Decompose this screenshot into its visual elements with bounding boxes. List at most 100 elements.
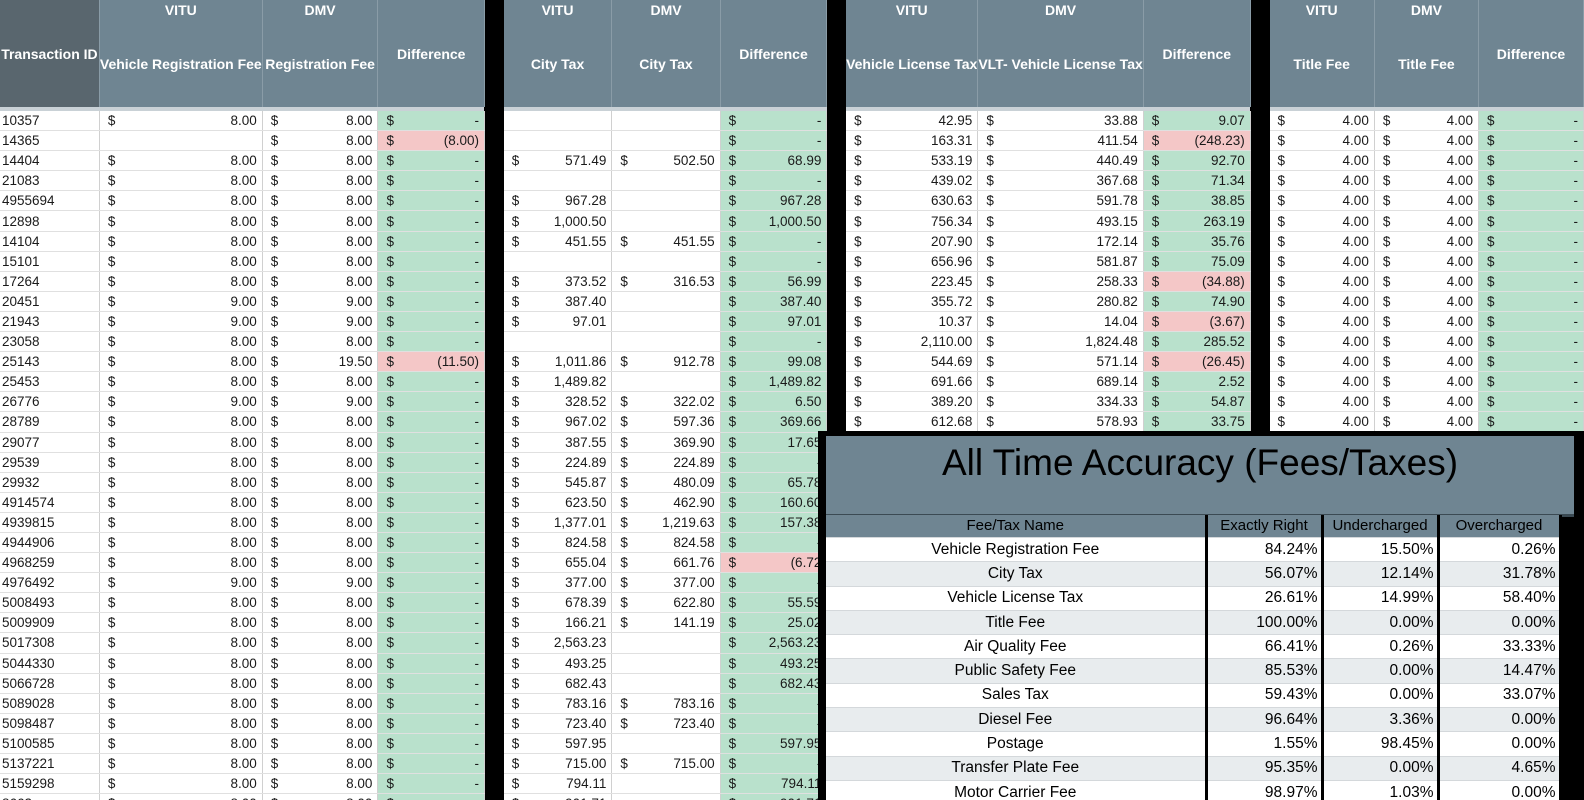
vlt-diff-cell[interactable]: $2.52: [1143, 371, 1251, 393]
city-diff-cell[interactable]: $387.40: [720, 291, 828, 312]
city-diff-cell[interactable]: $157.38: [720, 512, 828, 533]
transaction-id-cell[interactable]: 5159298: [0, 773, 100, 795]
transaction-id-cell[interactable]: 29539: [0, 452, 100, 473]
title-dmv-cell[interactable]: $4.00: [1374, 150, 1479, 172]
city-diff-cell[interactable]: $-: [720, 331, 828, 353]
vlt-vitu-cell[interactable]: $612.68: [846, 411, 979, 433]
title-vitu-cell[interactable]: $4.00: [1269, 150, 1375, 172]
city-diff-cell[interactable]: $1,489.82: [720, 371, 828, 393]
reg-vitu-cell[interactable]: $8.00: [99, 653, 263, 674]
reg-dmv-cell[interactable]: $9.00: [262, 391, 379, 413]
percentage-cell[interactable]: 66.41%: [1206, 634, 1324, 660]
reg-vitu-cell[interactable]: $8.00: [99, 190, 263, 212]
reg-dmv-cell[interactable]: $8.00: [262, 592, 379, 614]
transaction-id-cell[interactable]: 4914574: [0, 492, 100, 513]
reg-diff-cell[interactable]: $-: [377, 713, 485, 734]
vlt-vitu-cell[interactable]: $355.72: [846, 291, 979, 312]
vlt-vitu-cell[interactable]: $207.90: [846, 231, 979, 252]
vlt-dmv-cell[interactable]: $581.87: [977, 251, 1144, 272]
transaction-id-cell[interactable]: 21083: [0, 170, 100, 192]
reg-diff-cell[interactable]: $-: [377, 693, 485, 714]
header-vlt-difference[interactable]: Difference: [1143, 0, 1251, 107]
fee-tax-name-cell[interactable]: Diesel Fee: [826, 707, 1208, 733]
city-vitu-cell[interactable]: $224.89: [503, 452, 613, 473]
city-vitu-cell[interactable]: $1,377.01: [503, 512, 613, 533]
vlt-vitu-cell[interactable]: $10.37: [846, 311, 979, 333]
percentage-cell[interactable]: 59.43%: [1206, 683, 1324, 709]
reg-dmv-cell[interactable]: $8.00: [262, 210, 379, 232]
reg-dmv-cell[interactable]: $8.00: [262, 653, 379, 674]
fee-tax-name-cell[interactable]: Motor Carrier Fee: [826, 780, 1208, 800]
reg-diff-cell[interactable]: $-: [377, 391, 485, 413]
vlt-diff-cell[interactable]: $38.85: [1143, 190, 1251, 212]
city-dmv-cell[interactable]: [611, 673, 721, 694]
city-diff-cell[interactable]: $369.66: [720, 411, 828, 433]
title-diff-cell[interactable]: $-: [1478, 311, 1584, 333]
percentage-cell[interactable]: 0.00%: [1438, 610, 1562, 636]
title-vitu-cell[interactable]: $4.00: [1269, 190, 1375, 212]
title-vitu-cell[interactable]: $4.00: [1269, 331, 1375, 353]
city-dmv-cell[interactable]: [611, 653, 721, 674]
reg-vitu-cell[interactable]: $8.00: [99, 693, 263, 714]
vlt-vitu-cell[interactable]: $533.19: [846, 150, 979, 172]
percentage-cell[interactable]: 96.64%: [1206, 707, 1324, 733]
reg-vitu-cell[interactable]: $8.00: [99, 512, 263, 533]
reg-dmv-cell[interactable]: $8.00: [262, 432, 379, 453]
reg-vitu-cell[interactable]: $8.00: [99, 231, 263, 252]
city-dmv-cell[interactable]: $715.00: [611, 753, 721, 775]
reg-dmv-cell[interactable]: $8.00: [262, 170, 379, 192]
reg-vitu-cell[interactable]: $8.00: [99, 713, 263, 734]
vlt-dmv-cell[interactable]: $1,824.48: [977, 331, 1144, 353]
city-diff-cell[interactable]: $160.60: [720, 492, 828, 513]
title-diff-cell[interactable]: $-: [1478, 291, 1584, 312]
title-dmv-cell[interactable]: $4.00: [1374, 311, 1479, 333]
percentage-cell[interactable]: 3.36%: [1322, 707, 1440, 733]
city-dmv-cell[interactable]: $912.78: [611, 351, 721, 373]
transaction-id-cell[interactable]: 5008493: [0, 592, 100, 614]
transaction-id-cell[interactable]: 4944906: [0, 532, 100, 554]
city-dmv-cell[interactable]: $141.19: [611, 612, 721, 634]
title-diff-cell[interactable]: $-: [1478, 391, 1584, 413]
city-dmv-cell[interactable]: $377.00: [611, 572, 721, 594]
city-vitu-cell[interactable]: $824.58: [503, 532, 613, 554]
transaction-id-cell[interactable]: 26776: [0, 391, 100, 413]
accuracy-column-header[interactable]: Fee/Tax Name: [826, 515, 1208, 538]
city-diff-cell[interactable]: $967.28: [720, 190, 828, 212]
city-diff-cell[interactable]: $-: [720, 251, 828, 272]
accuracy-column-header[interactable]: Exactly Right: [1206, 515, 1324, 538]
reg-dmv-cell[interactable]: $8.00: [262, 190, 379, 212]
reg-dmv-cell[interactable]: $8.00: [262, 773, 379, 795]
city-diff-cell[interactable]: $597.95: [720, 733, 828, 755]
transaction-id-cell[interactable]: 4939815: [0, 512, 100, 533]
transaction-id-cell[interactable]: 15101: [0, 251, 100, 272]
transaction-id-cell[interactable]: 20451: [0, 291, 100, 312]
title-vitu-cell[interactable]: $4.00: [1269, 371, 1375, 393]
city-vitu-cell[interactable]: $715.00: [503, 753, 613, 775]
title-vitu-cell[interactable]: $4.00: [1269, 111, 1375, 132]
title-diff-cell[interactable]: $-: [1478, 331, 1584, 353]
vlt-vitu-cell[interactable]: $223.45: [846, 271, 979, 292]
reg-diff-cell[interactable]: $-: [377, 432, 485, 453]
percentage-cell[interactable]: 100.00%: [1206, 610, 1324, 636]
title-vitu-cell[interactable]: $4.00: [1269, 391, 1375, 413]
city-vitu-cell[interactable]: $901.71: [503, 793, 613, 800]
fee-tax-name-cell[interactable]: Transfer Plate Fee: [826, 756, 1208, 781]
reg-vitu-cell[interactable]: $8.00: [99, 210, 263, 232]
title-diff-cell[interactable]: $-: [1478, 170, 1584, 192]
title-dmv-cell[interactable]: $4.00: [1374, 190, 1479, 212]
vlt-dmv-cell[interactable]: $334.33: [977, 391, 1144, 413]
title-dmv-cell[interactable]: $4.00: [1374, 130, 1479, 152]
title-vitu-cell[interactable]: $4.00: [1269, 231, 1375, 252]
reg-dmv-cell[interactable]: $8.00: [262, 673, 379, 694]
city-dmv-cell[interactable]: [611, 632, 721, 654]
percentage-cell[interactable]: 0.00%: [1322, 658, 1440, 684]
title-vitu-cell[interactable]: $4.00: [1269, 351, 1375, 373]
title-vitu-cell[interactable]: $4.00: [1269, 271, 1375, 292]
city-dmv-cell[interactable]: $783.16: [611, 693, 721, 714]
reg-diff-cell[interactable]: $-: [377, 492, 485, 513]
vlt-diff-cell[interactable]: $74.90: [1143, 291, 1251, 312]
vlt-dmv-cell[interactable]: $571.14: [977, 351, 1144, 373]
city-vitu-cell[interactable]: $723.40: [503, 713, 613, 734]
vlt-dmv-cell[interactable]: $689.14: [977, 371, 1144, 393]
vlt-dmv-cell[interactable]: $172.14: [977, 231, 1144, 252]
